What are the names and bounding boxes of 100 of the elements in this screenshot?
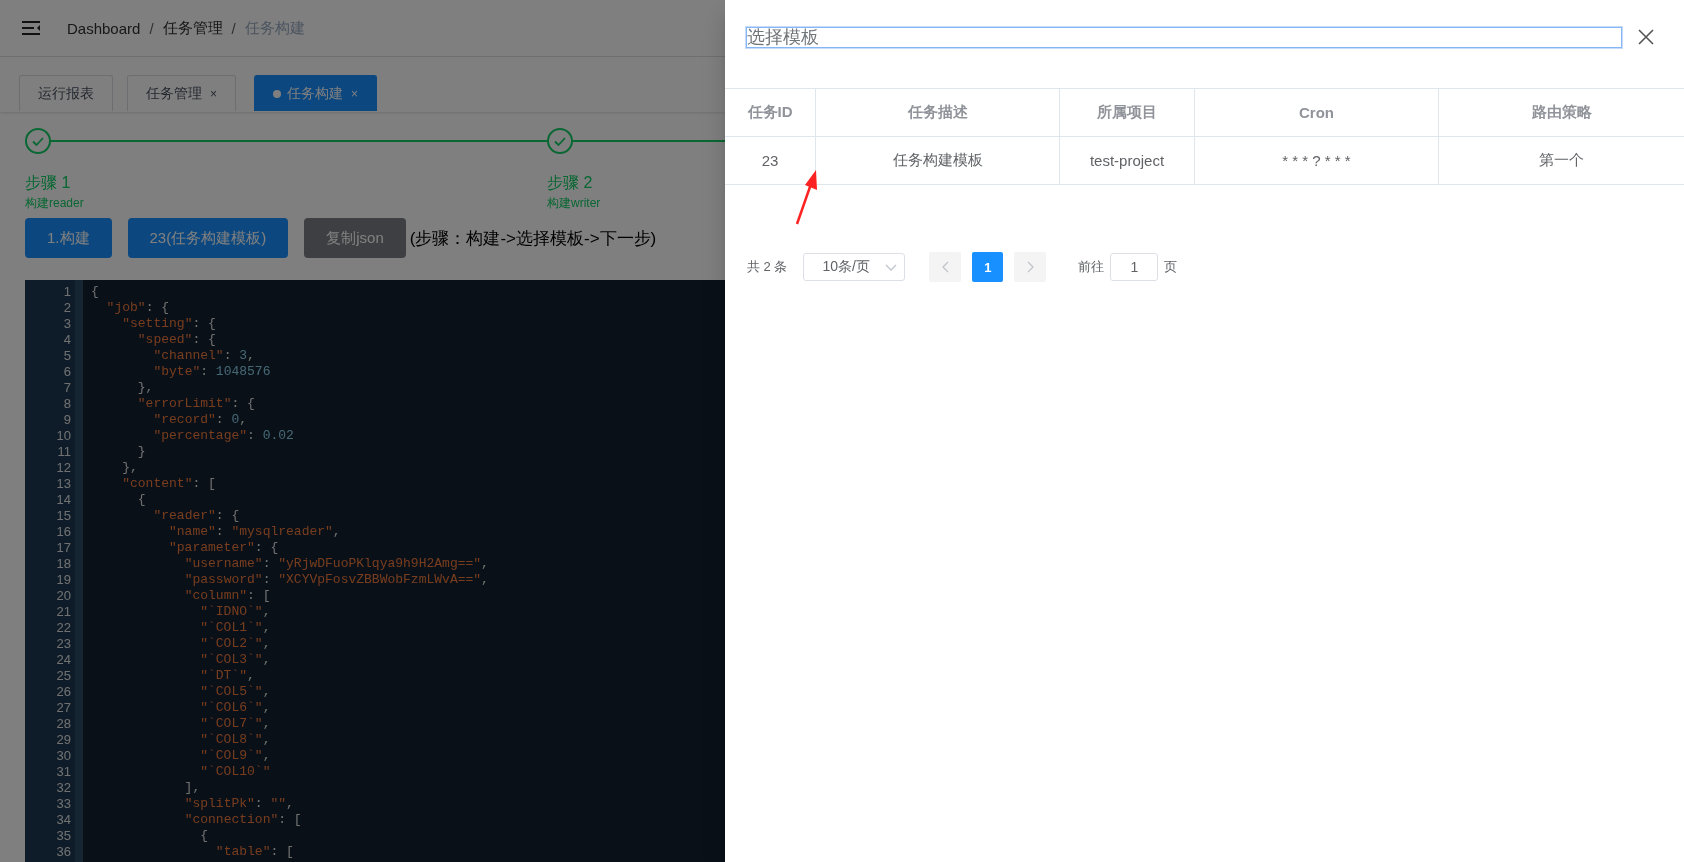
step-title: 步骤 2 — [547, 173, 594, 193]
breadcrumb-item[interactable]: 任务管理 — [162, 18, 223, 38]
page-number[interactable]: 1 — [972, 252, 1004, 282]
column-header: 任务描述 — [815, 88, 1060, 137]
code-line: "content": [ — [121, 476, 216, 492]
line-number: 27 — [55, 700, 72, 716]
tab[interactable]: 运行报表 — [19, 75, 113, 111]
code-line: "byte": 1048576 — [152, 364, 271, 380]
code-line: { — [199, 828, 209, 844]
code-line: "`COL3`", — [199, 652, 271, 668]
code-line: "connection": [ — [183, 812, 302, 828]
line-number: 25 — [55, 668, 72, 684]
line-number: 26 — [55, 684, 72, 700]
line-number: 14 — [55, 492, 72, 508]
line-number: 16 — [55, 524, 72, 540]
tab[interactable]: 任务构建 × — [254, 75, 378, 111]
code-line: "`COL8`", — [199, 732, 271, 748]
code-line: { — [136, 492, 146, 508]
code-line: { — [91, 284, 99, 300]
status-dot — [273, 89, 281, 98]
line-number: 10 — [55, 428, 72, 444]
line-number: 22 — [55, 620, 72, 636]
menu-icon[interactable] — [21, 20, 41, 36]
code-line: "`COL7`", — [199, 716, 271, 732]
code-line: "setting": { — [121, 316, 216, 332]
code-line: "record": 0, — [152, 412, 248, 428]
code-line: "`COL9`", — [199, 748, 271, 764]
table-cell: test-project — [1059, 136, 1195, 185]
code-line: "`COL1`", — [199, 620, 271, 636]
code-line: "speed": { — [136, 332, 216, 348]
caret-icon — [885, 263, 898, 271]
line-number: 28 — [55, 716, 72, 732]
button[interactable]: 23(任务构建模板) — [127, 218, 289, 258]
line-number: 33 — [55, 796, 72, 812]
breadcrumb-item[interactable]: Dashboard — [67, 19, 141, 37]
step-title: 步骤 1 — [25, 173, 72, 193]
code-line: "column": [ — [183, 588, 271, 604]
line-number: 19 — [55, 572, 72, 588]
code-line: "`COL6`", — [199, 700, 271, 716]
line-number: 3 — [62, 316, 72, 332]
line-number: 24 — [55, 652, 72, 668]
code-line: "parameter": { — [168, 540, 279, 556]
page-suffix: 页 — [1164, 258, 1178, 276]
column-header: 任务ID — [725, 88, 816, 137]
tab-close-icon[interactable]: × — [210, 86, 217, 101]
code-line: "channel": 3, — [152, 348, 255, 364]
column-header: Cron — [1194, 88, 1439, 137]
code-line: "table": [ — [214, 844, 294, 860]
line-number: 23 — [55, 636, 72, 652]
line-number: 4 — [62, 332, 72, 348]
drawer-title: 选择模板 — [746, 26, 1622, 48]
line-number: 29 — [55, 732, 72, 748]
page-input[interactable]: 1 — [1110, 253, 1159, 281]
line-number: 36 — [55, 844, 72, 860]
breadcrumb-separator: / — [231, 19, 236, 37]
code-line: "`DT`", — [199, 668, 255, 684]
total-count: 共 2 条 — [747, 258, 788, 276]
line-number: 30 — [55, 748, 72, 764]
line-number: 8 — [62, 396, 72, 412]
line-number: 18 — [55, 556, 72, 572]
chevron-right-icon — [1026, 261, 1034, 273]
jump-label: 前往 — [1078, 258, 1105, 276]
line-number: 1 — [62, 284, 72, 300]
code-line: ], — [183, 780, 201, 796]
line-number: 35 — [55, 828, 72, 844]
step-description: 构建writer — [547, 195, 602, 212]
chevron-left-icon — [941, 261, 949, 273]
code-line: "job": { — [105, 300, 170, 316]
line-number: 17 — [55, 540, 72, 556]
line-number: 5 — [62, 348, 72, 364]
line-number: 9 — [62, 412, 72, 428]
breadcrumb-separator: / — [149, 19, 154, 37]
close-icon[interactable] — [1638, 29, 1654, 45]
line-number: 11 — [56, 444, 72, 460]
table-cell: * * * ? * * * — [1194, 136, 1439, 185]
code-line: "errorLimit": { — [136, 396, 255, 412]
line-number: 6 — [62, 364, 72, 380]
tab[interactable]: 任务管理 × — [127, 75, 236, 111]
code-line: "password": "XCYVpFosvZBBWobFzmLWvA==", — [183, 572, 489, 588]
code-line: "username": "yRjwDFuoPKlqya9h9H2Amg==", — [183, 556, 489, 572]
column-header: 所属项目 — [1059, 88, 1195, 137]
line-number: 20 — [55, 588, 72, 604]
line-number: 13 — [55, 476, 72, 492]
button[interactable]: 1.构建 — [25, 218, 112, 258]
code-line: "`COL2`", — [199, 636, 271, 652]
code-line: }, — [121, 460, 138, 476]
code-line: "`COL10`" — [199, 764, 271, 780]
arrow-annotation — [795, 170, 817, 225]
page-size-select[interactable]: 10条/页 — [803, 253, 906, 281]
code-line: "splitPk": "", — [183, 796, 294, 812]
code-line: "`IDNO`", — [199, 604, 271, 620]
line-number: 7 — [62, 380, 72, 396]
tab-close-icon[interactable]: × — [351, 86, 359, 101]
line-number: 31 — [55, 764, 72, 780]
code-line: "percentage": 0.02 — [152, 428, 294, 444]
code-line: } — [136, 444, 146, 460]
line-number: 12 — [55, 460, 72, 476]
table-cell: 任务构建模板 — [815, 136, 1060, 185]
step-description: 构建reader — [25, 195, 85, 212]
line-number: 15 — [55, 508, 72, 524]
